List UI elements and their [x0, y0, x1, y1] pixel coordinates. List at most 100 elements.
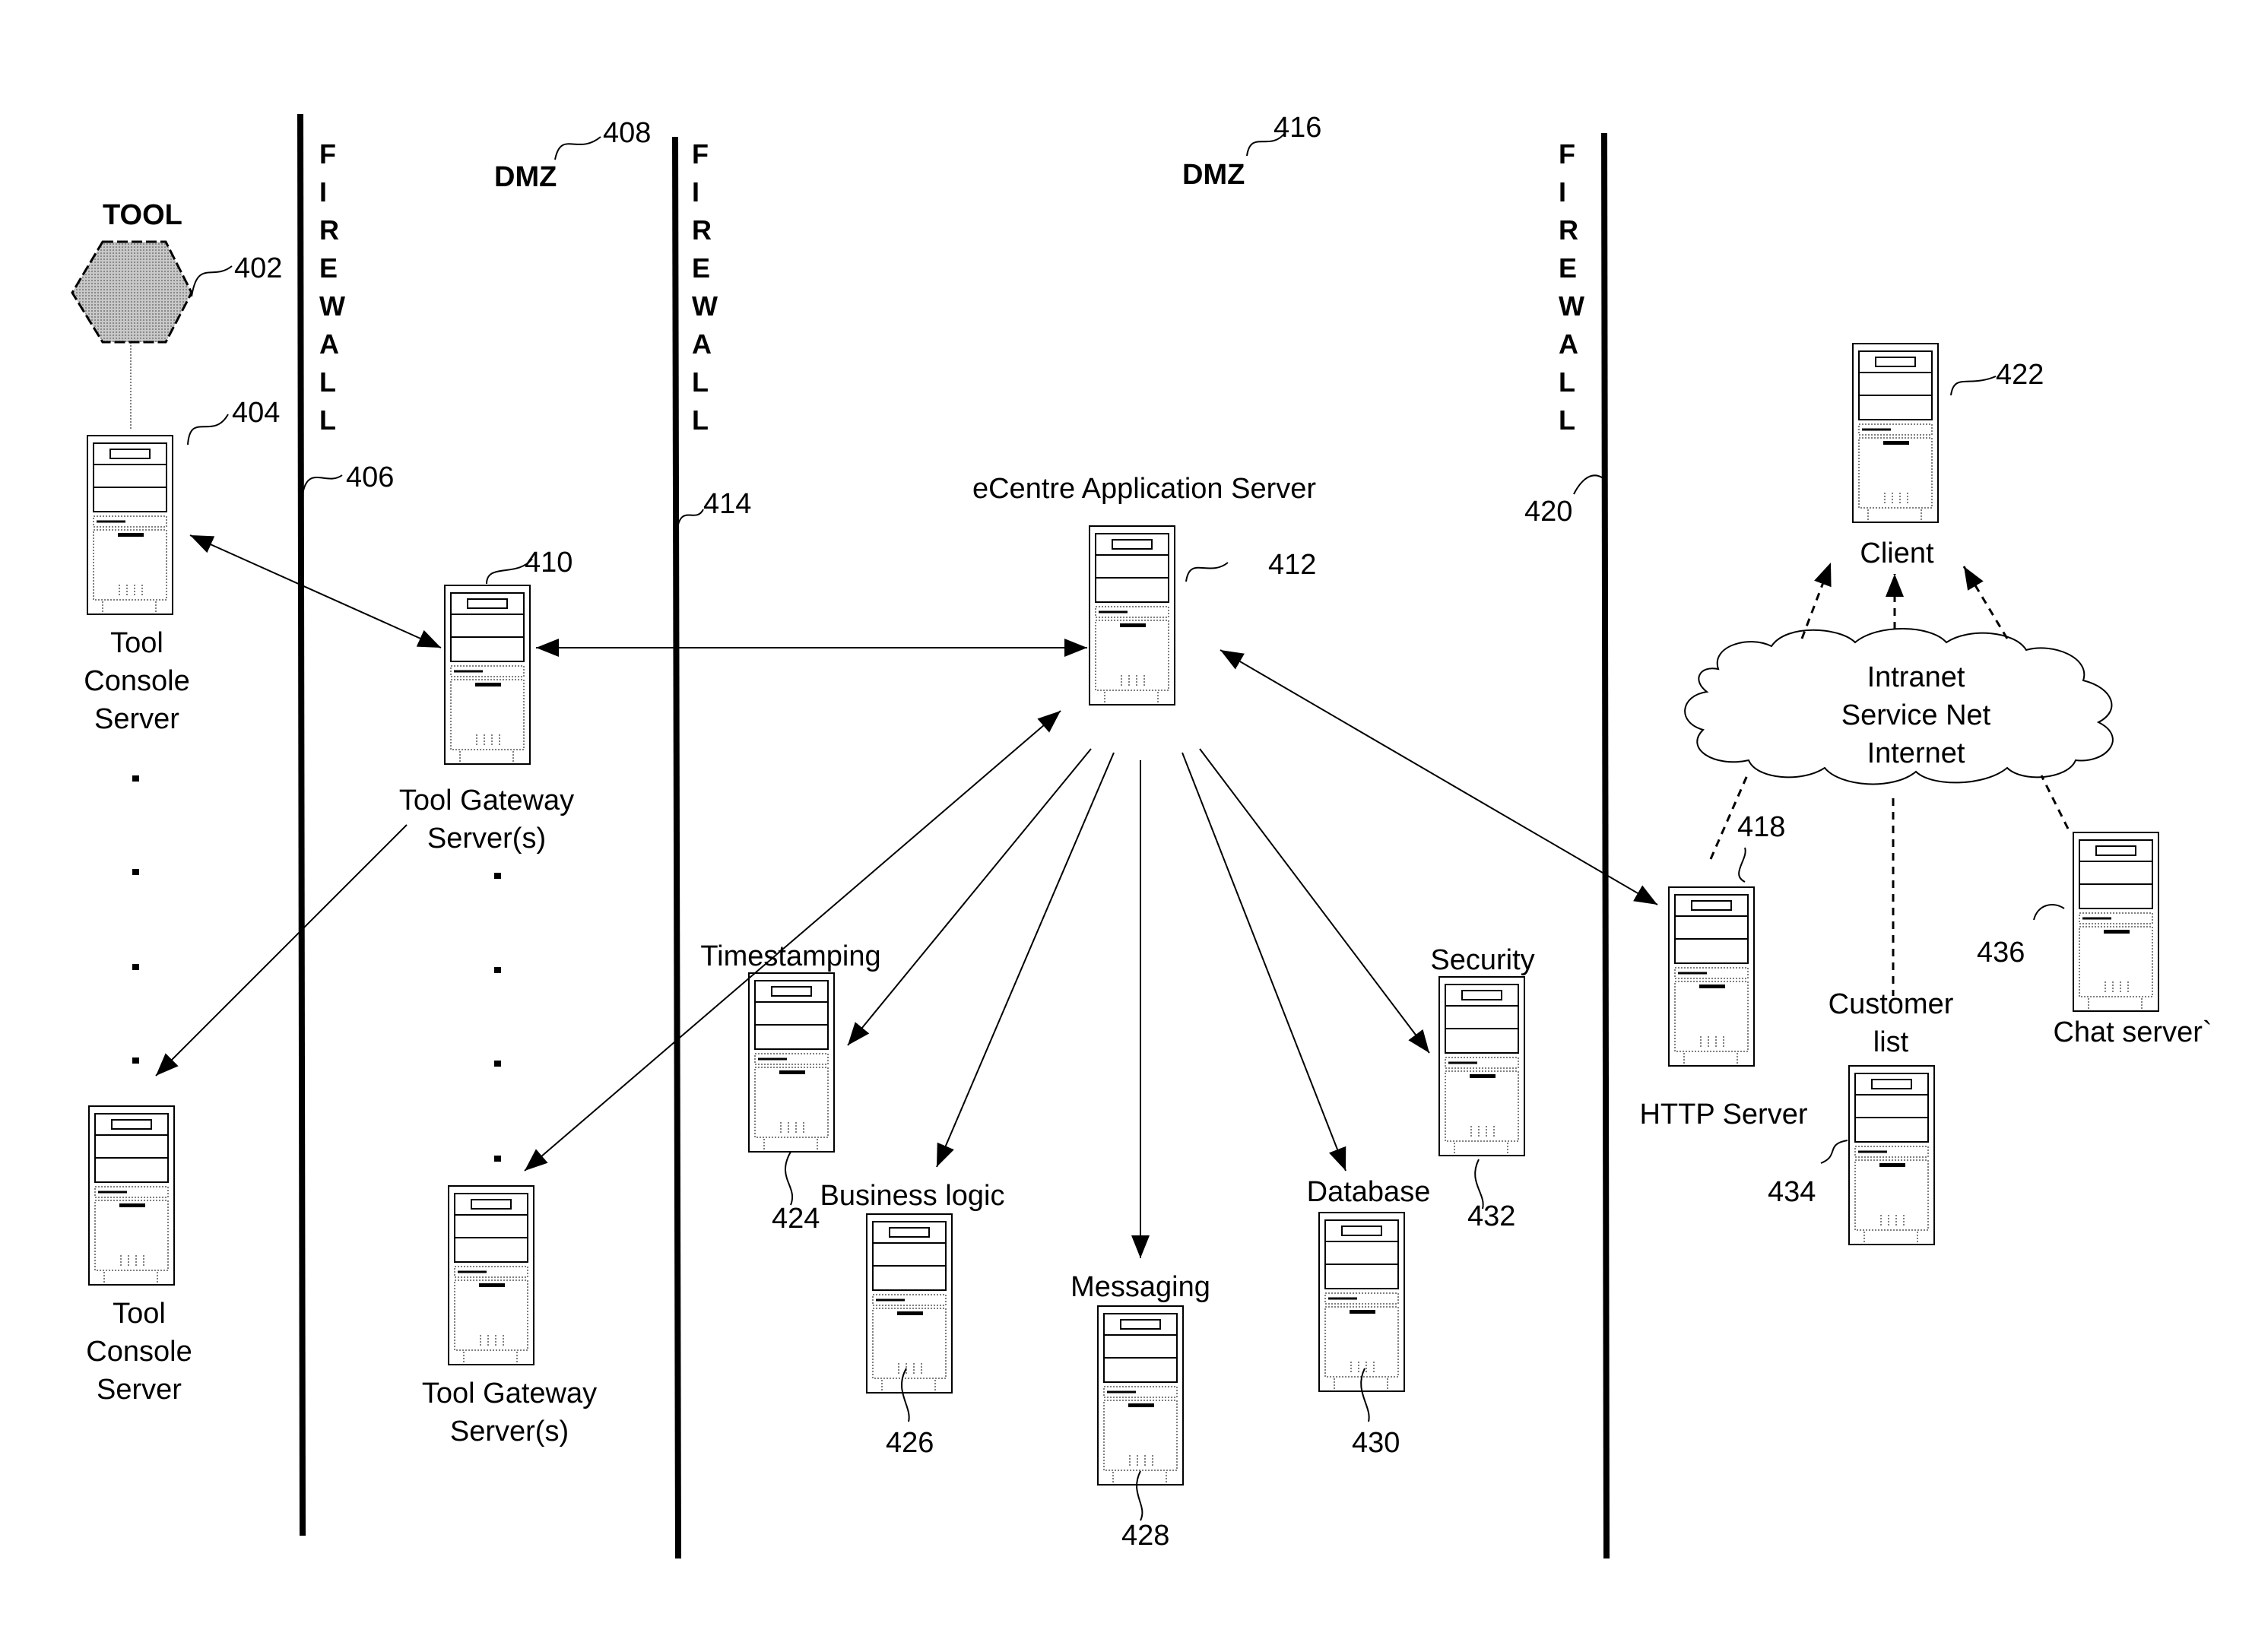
svg-text:I: I — [692, 176, 699, 208]
svg-text:R: R — [319, 214, 339, 246]
server-icon — [443, 584, 531, 766]
link-cloud-client-right — [1962, 566, 2009, 639]
svg-text:Intranet: Intranet — [1867, 661, 1965, 693]
firewall-3-ref: 420 — [1524, 496, 1572, 528]
business-logic-server: Business logic 426 — [820, 1180, 1005, 1459]
link-appserver-http — [1220, 649, 1658, 905]
server-icon — [447, 1184, 535, 1366]
link-console-gateway — [189, 534, 442, 648]
svg-text:list: list — [1873, 1026, 1909, 1058]
tool-gateway-server-top: 410 Tool Gateway Server(s) — [399, 547, 574, 855]
svg-text:Console: Console — [84, 665, 189, 697]
svg-text:Tool Gateway: Tool Gateway — [422, 1378, 597, 1409]
dmz-ref: 408 — [603, 117, 651, 149]
svg-text:Server: Server — [97, 1374, 182, 1406]
server-icon — [747, 972, 836, 1153]
firewall-3-label: F I R E W A L L — [1559, 138, 1584, 436]
svg-text:E: E — [692, 252, 710, 284]
chat-server: 436 Chat server` — [1977, 831, 2212, 1048]
svg-text:L: L — [692, 404, 709, 436]
firewall-1: F I R E W A L L 406 — [297, 113, 394, 1536]
server-icon — [87, 1105, 176, 1286]
tool-node: TOOL 402 — [71, 199, 282, 430]
svg-text:A: A — [1559, 328, 1578, 360]
ecentre-application-server: eCentre Application Server 412 — [972, 473, 1316, 706]
tool-console-server-top: 404 Tool Console Server — [84, 397, 280, 735]
ellipsis-left — [132, 775, 139, 1064]
server-icon — [1096, 1305, 1185, 1486]
dmz-label: DMZ — [1182, 159, 1245, 191]
svg-text:Service Net: Service Net — [1841, 699, 1991, 731]
server-icon — [865, 1213, 953, 1394]
dmz-ref: 416 — [1273, 112, 1321, 144]
svg-text:R: R — [692, 214, 712, 246]
node-label: Chat server` — [2053, 1016, 2212, 1048]
firewall-1-ref: 406 — [346, 461, 394, 493]
tool-ref: 402 — [234, 252, 282, 284]
svg-text:Server(s): Server(s) — [450, 1416, 569, 1447]
node-ref: 426 — [886, 1427, 934, 1459]
svg-text:Tool Gateway: Tool Gateway — [399, 785, 574, 816]
svg-text:A: A — [319, 328, 339, 360]
ellipsis-gateway — [494, 873, 501, 1162]
svg-text:L: L — [1559, 366, 1575, 398]
link-appserver-database — [1182, 752, 1346, 1172]
svg-text:Tool: Tool — [110, 627, 163, 659]
svg-text:A: A — [692, 328, 712, 360]
node-ref: 430 — [1352, 1427, 1400, 1459]
tool-label: TOOL — [103, 199, 182, 231]
node-ref: 410 — [525, 547, 573, 579]
server-icon — [2072, 831, 2160, 1013]
node-label: Client — [1860, 537, 1934, 569]
svg-text:W: W — [692, 290, 718, 322]
firewall-1-label: F I R E W A L L — [319, 138, 345, 436]
svg-text:Console: Console — [86, 1336, 192, 1368]
svg-text:E: E — [319, 252, 338, 284]
node-label: Security — [1430, 944, 1534, 976]
node-label: HTTP Server — [1639, 1099, 1807, 1130]
node-ref: 404 — [232, 397, 280, 429]
node-ref: 432 — [1467, 1200, 1515, 1232]
node-label: Business logic — [820, 1180, 1005, 1212]
svg-text:Internet: Internet — [1867, 737, 1965, 769]
tool-hexagon-icon — [71, 240, 193, 344]
firewall-2-ref: 414 — [703, 488, 751, 520]
link-appserver-timestamping — [847, 748, 1092, 1046]
node-label: Database — [1307, 1176, 1431, 1208]
server-icon — [86, 434, 174, 616]
link-appserver-security — [1199, 748, 1430, 1054]
link-appserver-business-logic — [936, 752, 1115, 1168]
firewall-2-label: F I R E W A L L — [692, 138, 718, 436]
svg-text:F: F — [692, 138, 709, 170]
node-ref: 428 — [1121, 1520, 1169, 1552]
node-ref: 418 — [1737, 811, 1785, 843]
client-server: 422 Client — [1851, 342, 2044, 569]
node-ref: 436 — [1977, 937, 2025, 969]
svg-text:F: F — [1559, 138, 1575, 170]
svg-text:F: F — [319, 138, 336, 170]
node-label: Messaging — [1070, 1271, 1210, 1303]
node-ref: 422 — [1996, 359, 2044, 391]
svg-text:I: I — [1559, 176, 1566, 208]
svg-text:W: W — [1559, 290, 1584, 322]
server-icon — [1851, 342, 1940, 524]
svg-text:E: E — [1559, 252, 1577, 284]
svg-text:R: R — [1559, 214, 1578, 246]
node-ref: 424 — [772, 1203, 820, 1235]
dmz-zone-2: DMZ 416 — [1182, 112, 1321, 191]
server-icon — [1438, 975, 1526, 1157]
network-cloud: Intranet Service Net Internet — [1684, 628, 2114, 785]
connections — [155, 534, 1658, 1258]
svg-text:L: L — [319, 366, 336, 398]
svg-text:Customer: Customer — [1829, 988, 1954, 1020]
svg-text:Server(s): Server(s) — [427, 823, 546, 855]
svg-text:W: W — [319, 290, 345, 322]
node-label: Timestamping — [700, 940, 880, 972]
network-diagram: F I R E W A L L 406 F I R E W A L L 414 … — [71, 112, 2212, 1559]
dmz-label: DMZ — [494, 161, 557, 193]
svg-text:L: L — [692, 366, 709, 398]
tool-console-server-bottom: Tool Console Server — [86, 1105, 192, 1406]
server-icon — [1667, 886, 1756, 1067]
tool-gateway-server-bottom: Tool Gateway Server(s) — [422, 1184, 597, 1447]
firewall-3: F I R E W A L L 420 — [1524, 132, 1610, 1559]
